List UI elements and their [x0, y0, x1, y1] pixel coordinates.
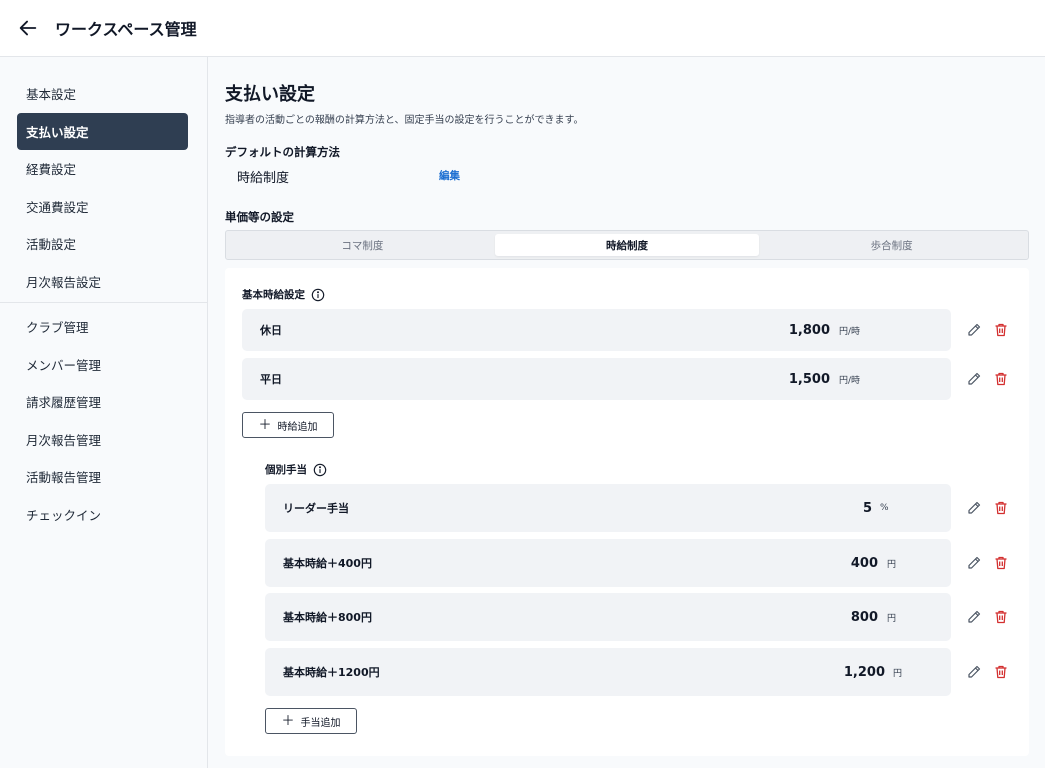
- sidebar-item-expense-settings[interactable]: 経費設定: [0, 150, 207, 188]
- edit-pencil-icon[interactable]: [965, 554, 982, 571]
- allowances-label-text: 個別手当: [265, 464, 307, 476]
- row-value: 5: [862, 500, 872, 516]
- tab-commission[interactable]: 歩合制度: [759, 234, 1024, 256]
- default-method-value: 時給制度: [237, 171, 290, 186]
- sidebar-item-transport-settings[interactable]: 交通費設定: [0, 188, 207, 226]
- back-button[interactable]: [0, 0, 56, 57]
- row-label: 基本時給＋400円: [283, 557, 372, 570]
- unit-settings-heading: 単価等の設定: [225, 210, 294, 224]
- delete-trash-icon[interactable]: [992, 608, 1009, 625]
- row-actions: [965, 663, 1009, 680]
- row-value: 1,500: [788, 371, 830, 387]
- row-label: リーダー手当: [283, 502, 349, 515]
- plus-icon: ＋: [281, 713, 295, 729]
- edit-pencil-icon[interactable]: [965, 321, 982, 338]
- base-hourly-label-text: 基本時給設定: [242, 289, 305, 301]
- row-actions: [965, 554, 1009, 571]
- page-description: 指導者の活動ごとの報酬の計算方法と、固定手当の設定を行うことができます。: [225, 115, 584, 126]
- delete-trash-icon[interactable]: [992, 554, 1009, 571]
- add-hourly-button[interactable]: ＋ 時給追加: [242, 412, 334, 438]
- row-unit: 円/時: [839, 326, 861, 337]
- row-unit: 円/時: [839, 375, 861, 386]
- add-hourly-label: 時給追加: [277, 421, 318, 433]
- row-value: 800: [850, 609, 878, 625]
- row-value: 400: [850, 555, 878, 571]
- sidebar-item-activity-settings[interactable]: 活動設定: [0, 225, 207, 263]
- row-label: 基本時給＋1200円: [283, 666, 380, 679]
- add-allowance-button[interactable]: ＋ 手当追加: [265, 708, 357, 734]
- allowance-row-leader: リーダー手当 5 %: [265, 484, 951, 532]
- edit-pencil-icon[interactable]: [965, 499, 982, 516]
- delete-trash-icon[interactable]: [992, 370, 1009, 387]
- plus-icon: ＋: [258, 417, 272, 433]
- sidebar-item-monthly-report-settings[interactable]: 月次報告設定: [0, 263, 207, 301]
- edit-pencil-icon[interactable]: [965, 370, 982, 387]
- base-hourly-row-holiday: 休日 1,800 円/時: [242, 309, 951, 351]
- sidebar: 基本設定 支払い設定 経費設定 交通費設定 活動設定 月次報告設定 クラブ管理 …: [0, 57, 208, 768]
- page-title: 支払い設定: [225, 84, 315, 105]
- main-content: 支払い設定 指導者の活動ごとの報酬の計算方法と、固定手当の設定を行うことができま…: [208, 57, 1045, 768]
- sidebar-item-billing-history[interactable]: 請求履歴管理: [0, 383, 207, 421]
- info-icon[interactable]: [311, 288, 325, 302]
- edit-pencil-icon[interactable]: [965, 663, 982, 680]
- sidebar-item-club-management[interactable]: クラブ管理: [0, 308, 207, 346]
- sidebar-divider: [0, 302, 207, 303]
- row-unit: 円: [887, 559, 897, 570]
- allowances-label: 個別手当: [265, 462, 327, 477]
- sidebar-item-monthly-report-management[interactable]: 月次報告管理: [0, 421, 207, 459]
- sidebar-item-basic-settings[interactable]: 基本設定: [0, 75, 207, 113]
- row-label: 基本時給＋800円: [283, 611, 372, 624]
- row-unit: 円: [893, 668, 903, 679]
- sidebar-item-check-in[interactable]: チェックイン: [0, 496, 207, 534]
- page-header-title: ワークスペース管理: [55, 20, 197, 39]
- delete-trash-icon[interactable]: [992, 663, 1009, 680]
- sidebar-item-member-management[interactable]: メンバー管理: [0, 346, 207, 384]
- row-unit: 円: [887, 613, 897, 624]
- calc-method-tabs: コマ制度 時給制度 歩合制度: [225, 230, 1029, 260]
- add-allowance-label: 手当追加: [300, 717, 341, 729]
- row-value: 1,800: [788, 322, 830, 338]
- app-header: ワークスペース管理: [0, 0, 1045, 57]
- allowance-row-plus-800: 基本時給＋800円 800 円: [265, 593, 951, 641]
- row-actions: [965, 370, 1009, 387]
- edit-default-method-link[interactable]: 編集: [439, 168, 460, 183]
- edit-pencil-icon[interactable]: [965, 608, 982, 625]
- allowance-row-plus-400: 基本時給＋400円 400 円: [265, 539, 951, 587]
- row-actions: [965, 499, 1009, 516]
- default-method-heading: デフォルトの計算方法: [225, 145, 340, 159]
- delete-trash-icon[interactable]: [992, 321, 1009, 338]
- tab-hourly[interactable]: 時給制度: [494, 234, 760, 256]
- base-hourly-row-weekday: 平日 1,500 円/時: [242, 358, 951, 400]
- info-icon[interactable]: [313, 463, 327, 477]
- row-unit: %: [880, 503, 889, 513]
- allowance-row-plus-1200: 基本時給＋1200円 1,200 円: [265, 648, 951, 696]
- row-value: 1,200: [843, 664, 885, 680]
- arrow-left-icon: [19, 20, 37, 36]
- row-actions: [965, 321, 1009, 338]
- tab-koma[interactable]: コマ制度: [230, 234, 495, 256]
- hourly-settings-panel: 基本時給設定 休日 1,800 円/時 平日 1,500 円/時 ＋ 時給追加 …: [225, 268, 1029, 756]
- sidebar-item-activity-report-management[interactable]: 活動報告管理: [0, 458, 207, 496]
- row-label: 平日: [260, 373, 282, 386]
- row-label: 休日: [260, 324, 282, 337]
- row-actions: [965, 608, 1009, 625]
- base-hourly-label: 基本時給設定: [242, 287, 325, 302]
- sidebar-item-payment-settings[interactable]: 支払い設定: [17, 112, 188, 150]
- delete-trash-icon[interactable]: [992, 499, 1009, 516]
